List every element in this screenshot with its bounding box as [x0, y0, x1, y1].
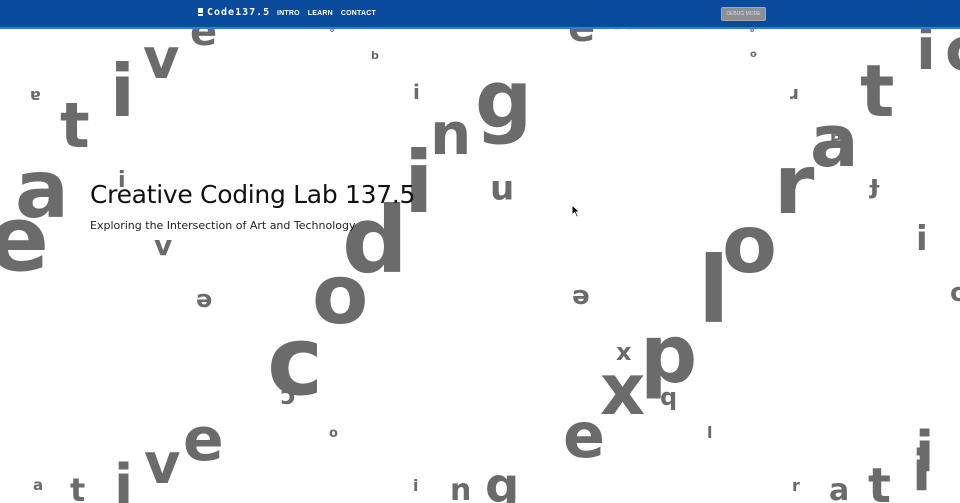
mouse-cursor-icon — [571, 204, 581, 218]
floating-letter: a — [33, 476, 44, 494]
floating-letter: v — [154, 229, 173, 262]
floating-letter: o — [950, 278, 960, 308]
floating-letter: i — [110, 49, 135, 133]
logo-text: Code137.5 — [207, 7, 271, 18]
floating-letter: r — [792, 476, 800, 495]
floating-letter: e — [183, 405, 224, 475]
hero-section: Creative Coding Lab 137.5 Exploring the … — [90, 180, 415, 232]
floating-letter: b — [371, 49, 379, 62]
floating-letter: e — [196, 288, 213, 316]
floating-letter: l — [698, 237, 730, 344]
floating-letter: e — [572, 283, 590, 313]
nav-link-learn[interactable]: LEARN — [308, 10, 333, 17]
floating-letter: i — [413, 476, 419, 495]
floating-letter: o — [750, 49, 757, 60]
floating-letter: n — [450, 473, 472, 503]
nav-link-intro[interactable]: INTRO — [277, 10, 300, 17]
floating-letter: i — [912, 439, 932, 503]
floating-letter: i — [114, 453, 134, 503]
floating-letter: n — [430, 100, 472, 168]
floating-letter: v — [143, 27, 180, 92]
top-navigation-bar: Code137.5 INTRO LEARN CONTACT DEBUG MODE — [0, 0, 960, 29]
floating-letter: l — [707, 423, 713, 442]
floating-letter: i — [413, 80, 420, 104]
floating-letter: v — [144, 432, 181, 497]
main-nav: INTRO LEARN CONTACT — [277, 10, 376, 17]
floating-letter: n — [490, 172, 515, 212]
debug-mode-button[interactable]: DEBUG MODE — [721, 7, 766, 21]
floating-letter: o — [312, 248, 369, 343]
floating-letter: q — [660, 383, 678, 411]
floating-letter: ɟ — [870, 170, 879, 200]
floating-letter: c — [280, 383, 296, 413]
floating-letter: a — [30, 87, 41, 106]
floating-letter: g — [475, 53, 533, 146]
floating-letter: x — [600, 349, 646, 431]
floating-letter: r — [774, 138, 815, 233]
page-subtitle: Exploring the Intersection of Art and Te… — [90, 219, 356, 232]
floating-letter: o — [329, 426, 338, 441]
floating-letters-canvas: v e i t a e a i v e b i g n n i o d c o … — [0, 0, 960, 503]
floating-letter: g — [485, 458, 520, 503]
logo-icon — [198, 8, 203, 16]
floating-letter: a — [829, 473, 850, 503]
floating-letter: e — [563, 399, 606, 472]
floating-letter: t — [868, 458, 891, 503]
floating-letter: c — [945, 20, 960, 80]
floating-letter: a — [15, 143, 69, 236]
floating-letter: o — [722, 198, 777, 291]
floating-letter: t — [70, 471, 86, 503]
floating-letter: a — [830, 129, 843, 150]
nav-link-contact[interactable]: CONTACT — [341, 10, 376, 17]
floating-letter: r — [790, 84, 799, 105]
floating-letter: i — [916, 219, 928, 259]
page-title: Creative Coding Lab 137.5 — [90, 180, 416, 209]
site-logo[interactable]: Code137.5 — [198, 7, 270, 18]
floating-letter: t — [860, 49, 895, 133]
